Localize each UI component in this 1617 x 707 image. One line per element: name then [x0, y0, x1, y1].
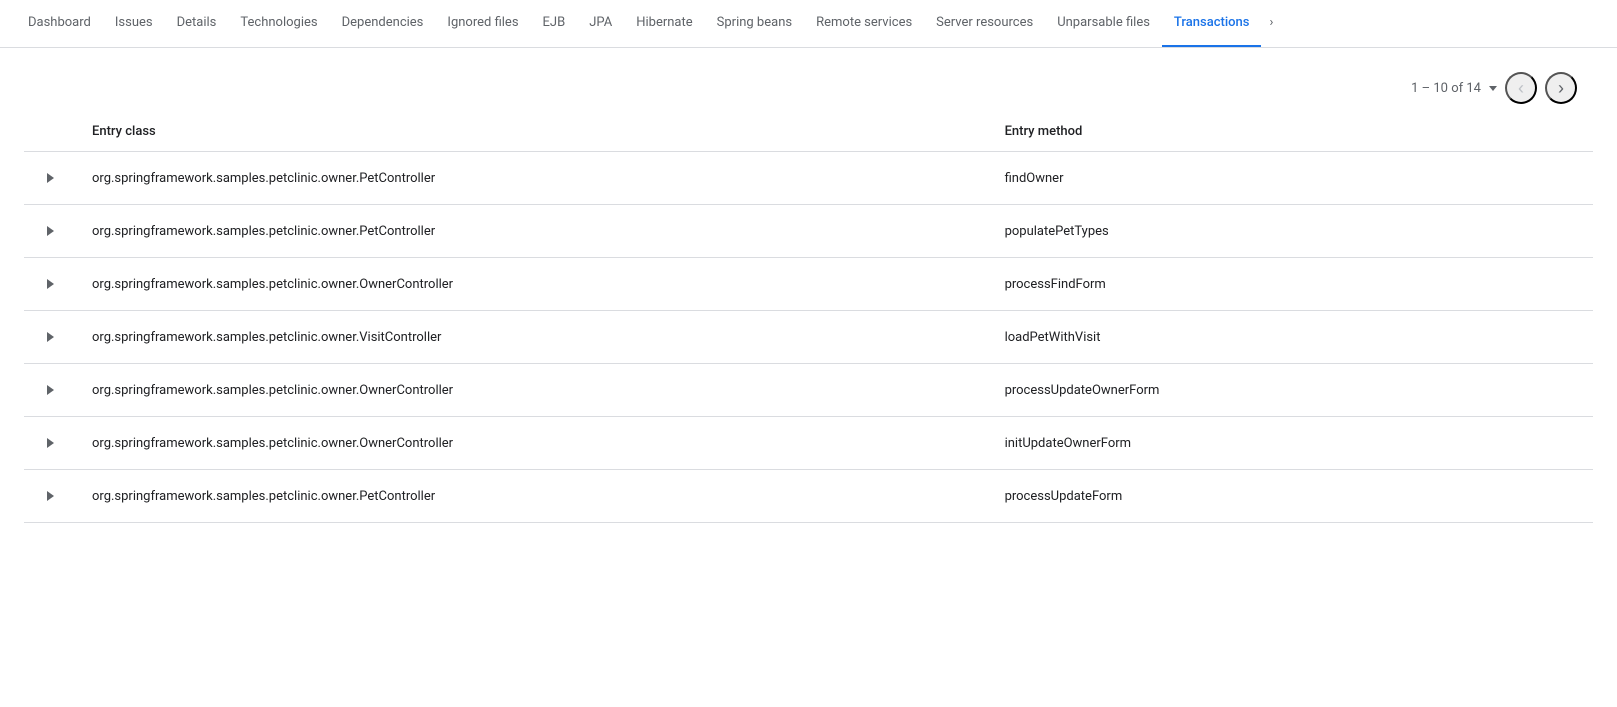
tabs-more-button[interactable]: › [1261, 0, 1281, 48]
chevron-right-icon [47, 226, 54, 236]
entry-method-cell: findOwner [989, 152, 1593, 205]
table-row: org.springframework.samples.petclinic.ow… [24, 152, 1593, 205]
pagination-next-button[interactable]: › [1545, 72, 1577, 104]
table-row: org.springframework.samples.petclinic.ow… [24, 258, 1593, 311]
chevron-down-icon [1489, 86, 1497, 91]
tab-issues[interactable]: Issues [103, 0, 165, 48]
chevron-right-icon [47, 332, 54, 342]
main-content: 1 – 10 of 14 ‹ › Entry class Entry metho… [0, 48, 1617, 539]
row-expand-cell[interactable] [24, 364, 76, 417]
table-row: org.springframework.samples.petclinic.ow… [24, 364, 1593, 417]
entry-class-col-header: Entry class [76, 112, 989, 152]
tab-dashboard[interactable]: Dashboard [16, 0, 103, 48]
entry-method-cell: processUpdateForm [989, 470, 1593, 523]
pagination-dropdown[interactable] [1485, 86, 1497, 91]
row-expand-cell[interactable] [24, 258, 76, 311]
pagination-prev-button[interactable]: ‹ [1505, 72, 1537, 104]
table-row: org.springframework.samples.petclinic.ow… [24, 205, 1593, 258]
entry-class-cell: org.springframework.samples.petclinic.ow… [76, 258, 989, 311]
entry-method-cell: processUpdateOwnerForm [989, 364, 1593, 417]
row-expand-cell[interactable] [24, 470, 76, 523]
tab-jpa[interactable]: JPA [577, 0, 624, 48]
entry-class-cell: org.springframework.samples.petclinic.ow… [76, 152, 989, 205]
entry-method-cell: populatePetTypes [989, 205, 1593, 258]
row-expand-cell[interactable] [24, 417, 76, 470]
expand-icon[interactable] [40, 433, 60, 453]
tab-ignored-files[interactable]: Ignored files [435, 0, 530, 48]
expand-icon[interactable] [40, 486, 60, 506]
entry-class-cell: org.springframework.samples.petclinic.ow… [76, 205, 989, 258]
tab-transactions[interactable]: Transactions [1162, 0, 1262, 48]
tab-ejb[interactable]: EJB [531, 0, 578, 48]
row-expand-cell[interactable] [24, 152, 76, 205]
chevron-right-icon [47, 438, 54, 448]
tab-dependencies[interactable]: Dependencies [330, 0, 436, 48]
tab-hibernate[interactable]: Hibernate [624, 0, 704, 48]
table-header-row: Entry class Entry method [24, 112, 1593, 152]
tab-remote-services[interactable]: Remote services [804, 0, 924, 48]
table-row: org.springframework.samples.petclinic.ow… [24, 417, 1593, 470]
entry-class-cell: org.springframework.samples.petclinic.ow… [76, 311, 989, 364]
expand-icon[interactable] [40, 327, 60, 347]
entry-method-cell: initUpdateOwnerForm [989, 417, 1593, 470]
entry-method-col-header: Entry method [989, 112, 1593, 152]
transactions-table: Entry class Entry method org.springframe… [24, 112, 1593, 523]
pagination-info: 1 – 10 of 14 [1411, 81, 1497, 96]
entry-class-cell: org.springframework.samples.petclinic.ow… [76, 470, 989, 523]
tab-unparsable-files[interactable]: Unparsable files [1045, 0, 1162, 48]
entry-class-cell: org.springframework.samples.petclinic.ow… [76, 417, 989, 470]
chevron-right-icon [47, 491, 54, 501]
entry-method-cell: processFindForm [989, 258, 1593, 311]
pagination-range: 1 – 10 of 14 [1411, 81, 1481, 96]
entry-class-cell: org.springframework.samples.petclinic.ow… [76, 364, 989, 417]
entry-method-cell: loadPetWithVisit [989, 311, 1593, 364]
chevron-right-icon [47, 173, 54, 183]
row-expand-cell[interactable] [24, 311, 76, 364]
nav-tabs: DashboardIssuesDetailsTechnologiesDepend… [0, 0, 1617, 48]
tab-spring-beans[interactable]: Spring beans [705, 0, 804, 48]
expand-icon[interactable] [40, 274, 60, 294]
row-expand-cell[interactable] [24, 205, 76, 258]
expand-icon[interactable] [40, 221, 60, 241]
table-row: org.springframework.samples.petclinic.ow… [24, 470, 1593, 523]
tab-details[interactable]: Details [165, 0, 229, 48]
expand-icon[interactable] [40, 380, 60, 400]
table-row: org.springframework.samples.petclinic.ow… [24, 311, 1593, 364]
pagination-bar: 1 – 10 of 14 ‹ › [24, 64, 1593, 112]
expand-icon[interactable] [40, 168, 60, 188]
tab-technologies[interactable]: Technologies [228, 0, 329, 48]
chevron-right-icon [47, 279, 54, 289]
tab-server-resources[interactable]: Server resources [924, 0, 1045, 48]
expand-col-header [24, 112, 76, 152]
chevron-right-icon [47, 385, 54, 395]
